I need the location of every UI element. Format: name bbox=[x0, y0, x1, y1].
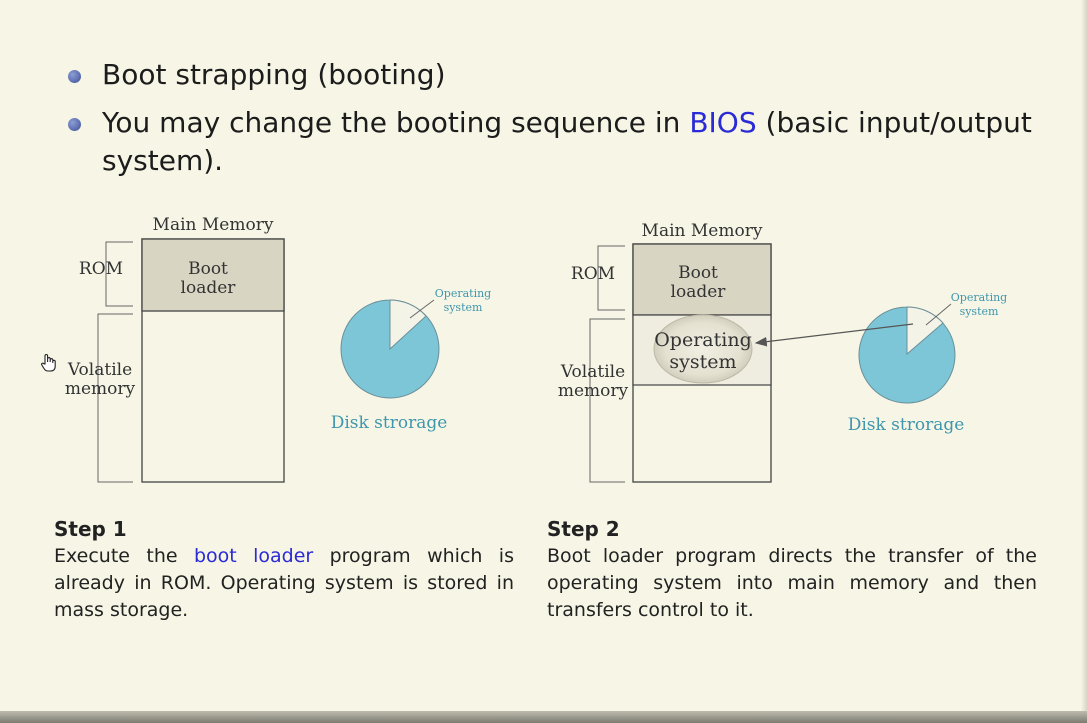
os-label: Operating bbox=[435, 287, 491, 300]
step1-block: Step 1 Execute the boot loader program w… bbox=[54, 516, 514, 624]
volatile-memory-label: Volatile bbox=[67, 360, 132, 380]
disk-storage-label: Disk strorage bbox=[848, 415, 965, 435]
bios-highlight: BIOS bbox=[689, 106, 757, 139]
disk-storage-label: Disk strorage bbox=[331, 413, 448, 433]
volatile-memory-label: memory bbox=[65, 379, 136, 399]
boot-loader-label: Boot bbox=[188, 259, 228, 279]
step1-title: Step 1 bbox=[54, 517, 127, 541]
volatile-memory-label: Volatile bbox=[560, 362, 625, 382]
bullet-item-bios: You may change the booting sequence in B… bbox=[68, 104, 1038, 180]
booting-diagram: Main Memory Boot loader ROM Volatile mem… bbox=[65, 215, 1007, 483]
os-in-memory-label: system bbox=[669, 351, 736, 373]
os-label: Operating bbox=[951, 291, 1007, 304]
os-label: system bbox=[960, 305, 999, 318]
bullet-text: Boot strapping (booting) bbox=[102, 58, 446, 91]
step1-diagram: Main Memory Boot loader ROM Volatile mem… bbox=[65, 215, 491, 483]
step1-text-pre: Execute the bbox=[54, 545, 194, 567]
bullet-item-booting: Boot strapping (booting) bbox=[68, 56, 1038, 94]
bullet-dot-icon bbox=[68, 70, 81, 83]
bullet-text-pre: You may change the booting sequence in bbox=[102, 106, 690, 139]
step2-block: Step 2 Boot loader program directs the t… bbox=[547, 516, 1037, 624]
step2-diagram: Main Memory Boot loader Operating system… bbox=[558, 221, 1007, 483]
step2-description: Boot loader program directs the transfer… bbox=[547, 545, 1037, 621]
rom-label: ROM bbox=[571, 264, 615, 284]
boot-loader-highlight: boot loader bbox=[193, 545, 314, 567]
hand-cursor-icon bbox=[40, 353, 58, 377]
boot-loader-label: Boot bbox=[678, 263, 718, 283]
volatile-memory-label: memory bbox=[558, 381, 629, 401]
boot-loader-label: loader bbox=[181, 278, 237, 298]
step1-description: Execute the boot loader program which is… bbox=[54, 543, 514, 624]
os-label: system bbox=[444, 301, 483, 314]
os-in-memory-label: Operating bbox=[654, 329, 752, 351]
main-memory-title: Main Memory bbox=[153, 215, 274, 235]
boot-loader-label: loader bbox=[671, 282, 727, 302]
rom-label: ROM bbox=[79, 259, 123, 279]
bullet-dot-icon bbox=[68, 118, 81, 131]
step2-title: Step 2 bbox=[547, 517, 620, 541]
main-memory-title: Main Memory bbox=[642, 221, 763, 241]
slide-bottom-edge bbox=[0, 711, 1087, 723]
bullet-list: Boot strapping (booting) You may change … bbox=[68, 56, 1038, 190]
